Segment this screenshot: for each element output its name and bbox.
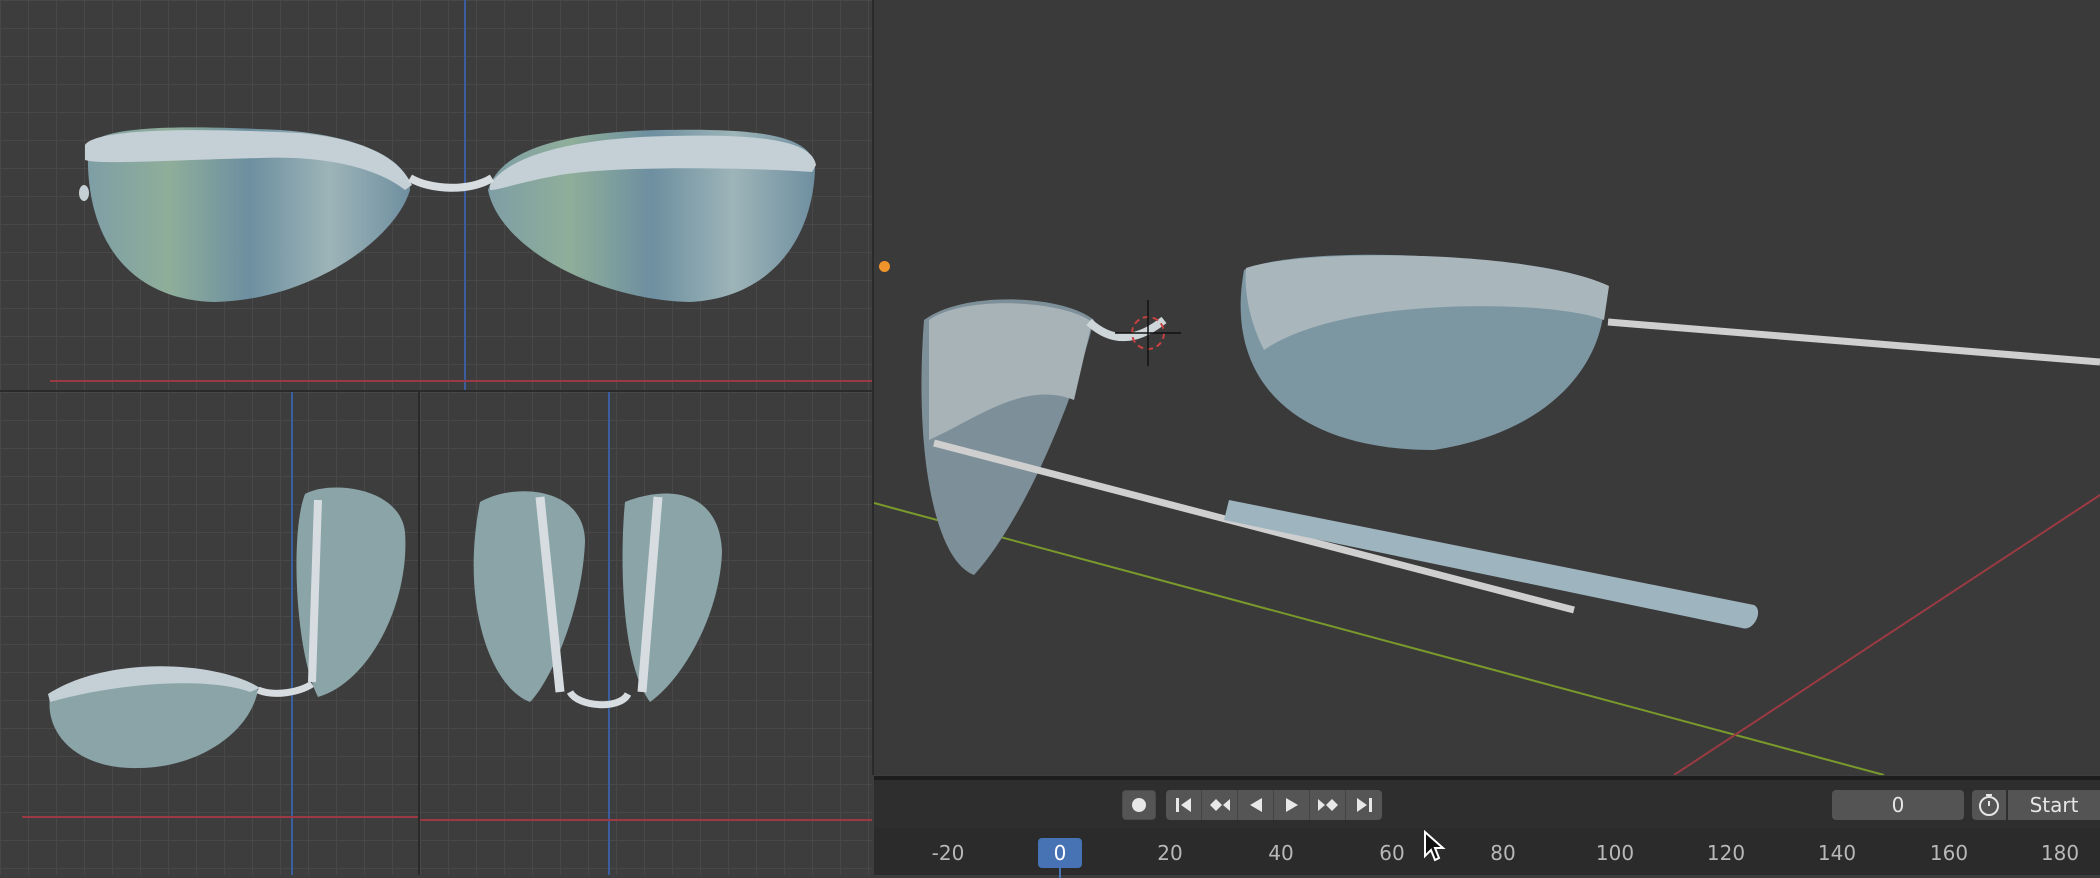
current-frame-marker[interactable]: 0	[1038, 838, 1082, 868]
mouse-cursor-icon	[1424, 830, 1446, 862]
jump-to-end-icon[interactable]	[1346, 790, 1382, 820]
glasses-perspective-model	[874, 254, 2100, 775]
ruler-tick: 20	[1157, 841, 1183, 865]
x-axis-line	[1673, 494, 2100, 775]
ruler-tick: 160	[1929, 841, 1969, 865]
ruler-tick: -20	[931, 841, 965, 865]
play-icon[interactable]	[1274, 790, 1310, 820]
frame-ruler[interactable]: -20 0 20 40 60 80 100 120 140 160 180	[874, 828, 2100, 878]
glasses-side-model	[48, 487, 406, 769]
ruler-tick: 120	[1706, 841, 1746, 865]
front-orthographic-viewport[interactable]	[0, 0, 872, 390]
record-button[interactable]	[1122, 790, 1156, 820]
ruler-tick: 40	[1268, 841, 1294, 865]
jump-to-start-icon[interactable]	[1166, 790, 1202, 820]
record-icon	[1132, 798, 1146, 812]
ruler-tick: 60	[1379, 841, 1405, 865]
next-keyframe-icon[interactable]	[1310, 790, 1346, 820]
ruler-tick: 100	[1595, 841, 1635, 865]
timeline-panel: 0 Start -20 0 20 40 60 80 100 120 140 16…	[874, 780, 2100, 878]
origin-dot[interactable]	[879, 261, 890, 272]
side-orthographic-viewport[interactable]	[0, 392, 418, 875]
previous-keyframe-icon[interactable]	[1202, 790, 1238, 820]
play-reverse-icon[interactable]	[1238, 790, 1274, 820]
current-frame-field[interactable]: 0	[1832, 790, 1964, 820]
ruler-tick: 80	[1490, 841, 1516, 865]
glasses-top-model	[473, 491, 722, 709]
perspective-viewport[interactable]	[874, 0, 2100, 775]
playhead-line[interactable]	[1059, 868, 1061, 878]
ruler-tick: 140	[1817, 841, 1857, 865]
glasses-front-model	[79, 127, 816, 302]
start-frame-label[interactable]: Start	[2008, 790, 2100, 820]
ruler-tick: 180	[2040, 841, 2080, 865]
playback-controls	[1166, 790, 1382, 820]
clock-icon[interactable]	[1972, 790, 2006, 820]
top-orthographic-viewport[interactable]	[420, 392, 872, 875]
